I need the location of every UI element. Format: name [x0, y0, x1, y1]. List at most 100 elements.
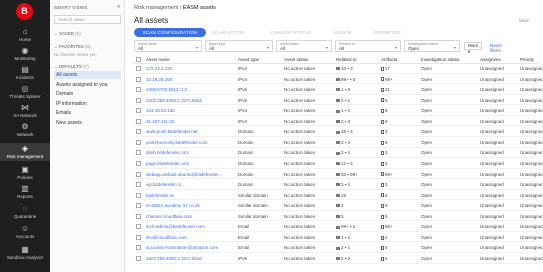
cell-asset-name[interactable]: 172.24.4.132 [146, 66, 232, 71]
save-button[interactable]: Save [519, 18, 529, 23]
cell-asset-name[interactable]: www.push.bitdefender.net [146, 129, 232, 134]
row-checkbox[interactable] [136, 108, 141, 114]
table-row[interactable]: 104.18.53.136 IPv4 No action taken 1 ▪ 1 8 Op… [134, 106, 543, 116]
column-asset-type[interactable]: Asset type [238, 57, 259, 62]
scan-action-button[interactable]: SCAN ACTION [212, 28, 245, 37]
smart-view-item[interactable]: IP information [54, 100, 121, 108]
row-checkbox[interactable] [136, 118, 141, 124]
nav-item-xa-network[interactable]: ⋈ XA Network [0, 102, 50, 120]
row-checkbox[interactable] [136, 150, 141, 156]
table-row[interactable]: tech-admin@bitdefender.com Email No action… [134, 222, 543, 232]
column-related-to[interactable]: Related to [336, 57, 357, 62]
table-row[interactable]: 10.18.28.250 IPv4 No action taken 99+ ▪ 5 99… [134, 75, 543, 85]
table-row[interactable]: www.push.bitdefender.net Domain No action … [134, 127, 543, 137]
row-checkbox[interactable] [136, 192, 141, 198]
row-checkbox[interactable] [136, 76, 141, 82]
nav-item-policies[interactable]: ▣ Policies [0, 164, 50, 182]
column-artifacts[interactable]: Artifacts [381, 57, 397, 62]
cell-asset-name[interactable]: channel.cloudflare.com [146, 214, 232, 219]
cell-asset-name[interactable]: davb.bitdefender.com [146, 150, 232, 155]
column-priority[interactable]: Priority [520, 57, 534, 62]
smart-view-item[interactable]: New assets [54, 119, 121, 127]
cell-asset-name[interactable]: page.bitdefender.com [146, 161, 232, 166]
cell-asset-name[interactable]: 104.18.53.136 [146, 108, 232, 113]
row-checkbox[interactable] [136, 97, 141, 103]
table-row[interactable]: accounts-hostmaster@amazon.com Email No ac… [134, 243, 543, 254]
filter-asset-status[interactable]: Asset status All ▾ [276, 40, 332, 52]
cell-asset-name[interactable]: ilmi@cloudflare.com [146, 235, 232, 240]
cell-asset-name[interactable]: psirt@security.bitdefender.com [146, 140, 232, 145]
nav-item-quarantine[interactable]: ◌ Quarantine [0, 203, 50, 221]
row-checkbox[interactable] [136, 66, 141, 71]
row-checkbox[interactable] [136, 171, 141, 177]
table-row[interactable]: 31.207.111.25 IPv4 No action taken 2 ▪ 3 8 Op… [134, 117, 543, 127]
filter-asset-type[interactable]: Asset type All ▾ [205, 40, 273, 52]
table-row[interactable]: 2406:6700:6512::1:2 IPv6 No action taken 1 … [134, 85, 543, 95]
cell-asset-name[interactable]: accounts-hostmaster@amazon.com [146, 245, 232, 250]
row-checkbox[interactable] [136, 129, 141, 135]
cell-asset-name[interactable]: wp.bitdefender.cs... [146, 182, 232, 187]
breadcrumb-parent[interactable]: Risk management [134, 5, 178, 11]
row-checkbox[interactable] [136, 203, 141, 209]
table-row[interactable]: bitdefender.sn Similar domain No action ta… [134, 191, 543, 201]
cell-asset-name[interactable]: 2a02:2b8:4060:2:1b7c:80a3 [146, 98, 232, 103]
nav-item-reports[interactable]: ▥ Reports [0, 183, 50, 201]
cell-asset-name[interactable]: 2a02:2b8:4060:2:1b7c:80a0 [146, 256, 232, 261]
table-row[interactable]: davb.bitdefender.com Domain No action take… [134, 148, 543, 159]
filter-asset-name[interactable]: Asset name All ▾ [134, 40, 202, 52]
column-asset-status[interactable]: Asset status [284, 57, 309, 62]
cell-asset-name[interactable]: bitdefender.sn [146, 193, 232, 198]
table-row[interactable]: 2a02:2b8:4060:2:1b7c:80a3 IPv6 No action t… [134, 96, 543, 106]
search-views-input[interactable] [54, 15, 121, 24]
nav-item-threats-xplorer[interactable]: ◎ Threats Xplorer [0, 83, 50, 101]
smart-view-item[interactable]: Domain [54, 90, 121, 98]
cell-asset-name[interactable]: webapp.default.ubuntu@bitdefender... [146, 172, 232, 177]
row-checkbox[interactable] [136, 255, 141, 261]
favorites-section[interactable]: ⌄FAVORITES (0) [54, 44, 121, 50]
row-checkbox[interactable] [136, 234, 141, 240]
table-row[interactable]: wp.bitdefender.cs... Domain No action take… [134, 180, 543, 190]
row-checkbox[interactable] [136, 213, 141, 219]
cell-asset-name[interactable]: m-SBSA.avoidmy-37.co.uk [146, 203, 232, 208]
table-row[interactable]: ilmi@cloudflare.com Email No action taken 1… [134, 233, 543, 243]
smart-view-item[interactable]: Assets assigned to you [54, 81, 121, 89]
column-investigation-status[interactable]: Investigation status [421, 57, 460, 62]
row-checkbox[interactable] [136, 87, 141, 93]
cell-asset-name[interactable]: 10.18.28.250 [146, 77, 232, 82]
table-row[interactable]: 172.24.4.132 IPv4 No action taken 10 ▪ 3 17 O… [134, 64, 543, 74]
table-row[interactable]: m-SBSA.avoidmy-37.co.uk Similar domain No … [134, 201, 543, 211]
logo[interactable]: B [16, 3, 33, 20]
filter-related-to[interactable]: Related to All ▾ [335, 40, 401, 52]
row-checkbox[interactable] [136, 182, 141, 188]
column-assignees[interactable]: Assignees [480, 57, 501, 62]
table-row[interactable]: page.bitdefender.com Domain No action take… [134, 159, 543, 169]
nav-item-home[interactable]: ⌂ Home [0, 26, 50, 44]
nav-item-sandbox-analyzer[interactable]: ▦ Sandbox Analyzer [0, 244, 50, 262]
more-filters-button[interactable]: More ▾ [464, 42, 483, 54]
nav-item-incidents[interactable]: ▤ Incidents [0, 64, 50, 82]
table-row[interactable]: channel.cloudflare.com Similar domain No a… [134, 212, 543, 222]
cell-asset-name[interactable]: 2406:6700:6512::1:2 [146, 87, 232, 92]
filter-investigation-status[interactable]: Investigation status Open ▾ [404, 40, 460, 52]
smart-view-item[interactable]: Emails [54, 109, 121, 117]
nav-item-risk-management[interactable]: ◈ Risk management [0, 143, 50, 161]
reset-filters-link[interactable]: Reset filters [490, 43, 502, 53]
cell-asset-name[interactable]: 31.207.111.25 [146, 119, 232, 124]
row-checkbox[interactable] [136, 139, 141, 145]
prioritize-button[interactable]: PRIORITIZE [374, 28, 401, 37]
row-checkbox[interactable] [136, 245, 141, 251]
saved-section[interactable]: ⌄SAVED (0) [54, 31, 121, 37]
column-asset-name[interactable]: Asset name [146, 57, 170, 62]
row-checkbox[interactable] [136, 160, 141, 166]
change-status-button[interactable]: CHANGE STATUS [271, 28, 311, 37]
defaults-section[interactable]: ⌄DEFAULTS (7) [54, 64, 121, 70]
nav-item-network[interactable]: ⚙ Network [0, 121, 50, 139]
nav-item-accounts[interactable]: ☺ Accounts [0, 223, 50, 241]
cell-asset-name[interactable]: tech-admin@bitdefender.com [146, 224, 232, 229]
assign-button[interactable]: ASSIGN [333, 28, 351, 37]
row-checkbox[interactable] [136, 224, 141, 230]
smart-view-item[interactable]: All assets [54, 71, 121, 79]
nav-item-monitoring[interactable]: ◉ Monitoring [0, 45, 50, 63]
table-row[interactable]: 2a02:2b8:4060:2:1b7c:80a0 IPv6 No action t… [134, 254, 543, 264]
scan-configuration-button[interactable]: SCAN CONFIGURATION [134, 28, 206, 37]
